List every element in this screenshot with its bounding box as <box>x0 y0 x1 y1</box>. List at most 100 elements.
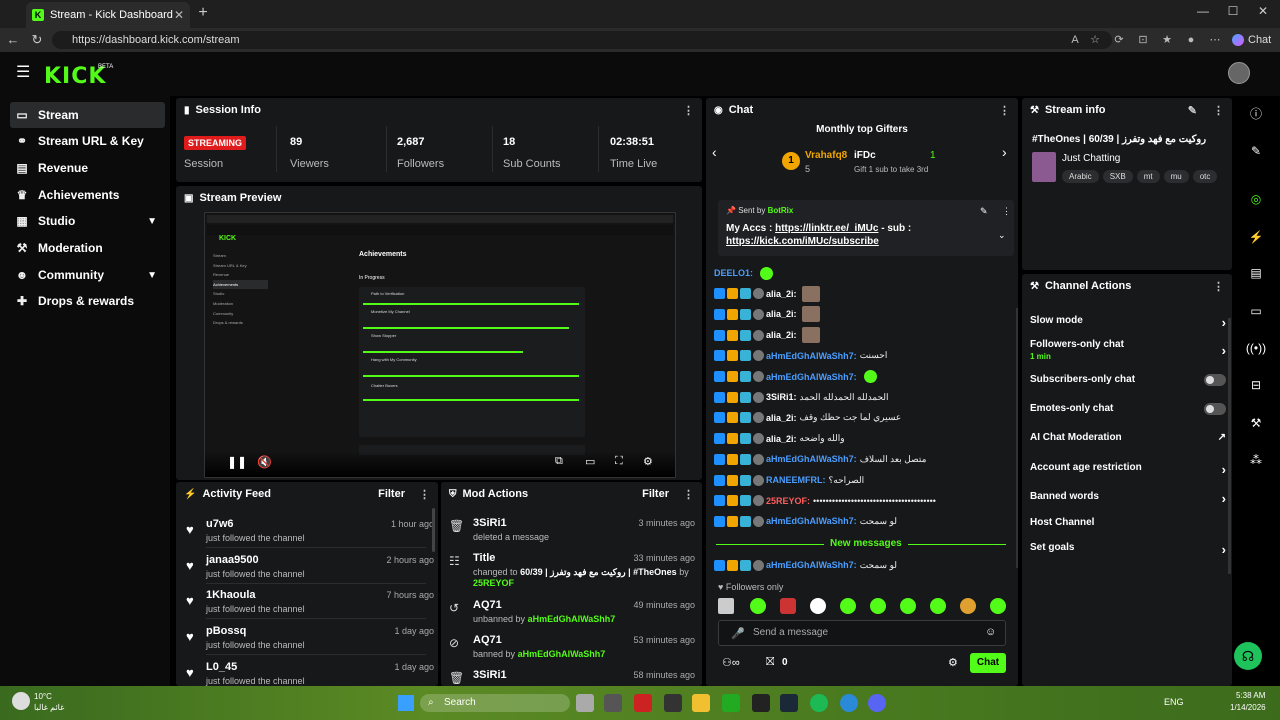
sidebar-item-community[interactable]: ☻ Community ▼ <box>10 262 165 288</box>
emote-icon[interactable] <box>718 598 734 614</box>
tag[interactable]: mt <box>1136 170 1160 183</box>
read-aloud-icon[interactable]: A <box>1066 31 1084 49</box>
chat-username[interactable]: aHmEdGhAlWaShh7: <box>766 372 857 382</box>
chat-settings-icon[interactable]: ⚙ <box>948 656 958 669</box>
info-icon[interactable]: ⓘ <box>1244 103 1268 125</box>
clip-icon[interactable]: ⧉ <box>555 455 563 468</box>
profile-icon[interactable]: ● <box>1182 31 1200 49</box>
support-headset-button[interactable]: ☊ <box>1234 642 1262 670</box>
kebab-menu-icon[interactable]: ⋮ <box>683 488 694 501</box>
discord-icon[interactable] <box>868 694 886 712</box>
taskbar-search[interactable]: ⌕ Search <box>420 694 570 712</box>
emote-icon[interactable] <box>870 598 886 614</box>
scrollbar[interactable] <box>1228 318 1231 574</box>
edge-icon[interactable] <box>840 694 858 712</box>
next-arrow-icon[interactable]: › <box>1002 144 1007 160</box>
refresh-icon[interactable]: ↻ <box>28 31 46 49</box>
category-name[interactable]: Just Chatting <box>1062 153 1120 164</box>
browser-tab[interactable]: K Stream - Kick Dashboard ✕ <box>26 2 190 28</box>
maximize-button[interactable]: ☐ <box>1218 4 1248 22</box>
weather-icon[interactable] <box>12 692 30 710</box>
chat-username[interactable]: alia_2i: <box>766 309 797 319</box>
kebab-menu-icon[interactable]: ⋮ <box>1002 206 1011 217</box>
emote-icon[interactable] <box>930 598 946 614</box>
file-explorer-icon[interactable] <box>692 694 710 712</box>
chat-username[interactable]: 3SiRi1: <box>766 392 797 402</box>
emote-icon[interactable] <box>780 598 796 614</box>
emotes-only-toggle[interactable] <box>1204 403 1226 415</box>
chat-username[interactable]: alia_2i: <box>766 330 797 340</box>
edit-pencil-icon[interactable]: ✎ <box>1188 104 1197 117</box>
scrollbar[interactable] <box>432 508 435 552</box>
chat-username[interactable]: 25REYOF: <box>766 496 810 506</box>
new-tab-button[interactable]: + <box>194 4 212 22</box>
copilot-chat-button[interactable]: Chat <box>1232 31 1271 49</box>
emote-icon[interactable] <box>900 598 916 614</box>
app-icon[interactable] <box>634 694 652 712</box>
chat-username[interactable]: DEELO1: <box>714 268 753 278</box>
wrench-icon[interactable]: ⚒ <box>1244 412 1268 434</box>
emote-icon[interactable] <box>990 598 1006 614</box>
sidebar-item-achievements[interactable]: ♛ Achievements <box>10 182 165 208</box>
sidebar-item-stream[interactable]: ▭ Stream <box>10 102 165 128</box>
chat-username[interactable]: RANEEMFRL: <box>766 475 826 485</box>
minimize-button[interactable]: — <box>1188 4 1218 22</box>
lightning-icon[interactable]: ⚡ <box>1244 226 1268 248</box>
settings-gear-icon[interactable]: ⚙ <box>643 455 653 468</box>
stream-video-player[interactable]: KICK Stream Stream URL & Key Revenue Achiev… <box>204 212 676 478</box>
gift-icon[interactable]: ⛝ <box>766 656 774 669</box>
slow-mode-row[interactable]: Slow mode › <box>1030 315 1226 330</box>
chat-input[interactable]: 🎤 Send a message ☺ <box>718 620 1006 646</box>
chat-icon[interactable]: ▭ <box>1244 300 1268 322</box>
scrollbar[interactable] <box>1016 308 1018 568</box>
camera-icon[interactable]: ◎ <box>1244 188 1268 210</box>
spotify-icon[interactable] <box>810 694 828 712</box>
community-icon[interactable]: ⁂ <box>1244 449 1268 471</box>
chat-username[interactable]: alia_2i: <box>766 413 797 423</box>
chevron-down-icon[interactable]: ⌄ <box>998 230 1006 241</box>
chat-username[interactable]: alia_2i: <box>766 434 797 444</box>
epic-games-icon[interactable] <box>752 694 770 712</box>
emote-icon[interactable] <box>810 598 826 614</box>
kebab-menu-icon[interactable]: ⋮ <box>999 104 1010 117</box>
menu-icon[interactable]: ☰ <box>16 65 32 81</box>
kebab-menu-icon[interactable]: ⋮ <box>1213 104 1224 117</box>
emote-icon[interactable] <box>960 598 976 614</box>
sidebar-item-revenue[interactable]: ▤ Revenue <box>10 155 165 181</box>
banned-words-row[interactable]: Banned words › <box>1030 491 1226 506</box>
emote-icon[interactable] <box>750 598 766 614</box>
channel-points-icon[interactable]: ⚇∞ <box>722 656 740 669</box>
account-age-row[interactable]: Account age restriction › <box>1030 462 1226 477</box>
set-goals-row[interactable]: Set goals › <box>1030 542 1226 557</box>
chat-username[interactable]: alia_2i: <box>766 289 797 299</box>
kebab-menu-icon[interactable]: ⋮ <box>683 104 694 117</box>
chat-username[interactable]: aHmEdGhAlWaShh7: <box>766 454 857 464</box>
close-tab-icon[interactable]: ✕ <box>174 8 184 22</box>
tag[interactable]: otc <box>1192 170 1218 183</box>
app-icon[interactable] <box>664 694 682 712</box>
sidebar-item-moderation[interactable]: ⚒ Moderation <box>10 235 165 261</box>
document-icon[interactable]: ▤ <box>1244 262 1268 284</box>
chat-username[interactable]: aHmEdGhAlWaShh7: <box>766 516 857 526</box>
sidebar-item-stream-url-key[interactable]: ⚭ Stream URL & Key <box>10 128 165 154</box>
steam-icon[interactable] <box>780 694 798 712</box>
theater-mode-icon[interactable]: ▭ <box>585 455 595 468</box>
host-channel-row[interactable]: Host Channel <box>1030 517 1226 528</box>
gifter2-name[interactable]: iFDc <box>854 150 876 161</box>
activity-filter-button[interactable]: Filter <box>378 488 405 500</box>
edit-icon[interactable]: ✎ <box>1244 140 1268 162</box>
pin-icon[interactable]: ✎ <box>980 206 988 217</box>
split-screen-icon[interactable]: ⊡ <box>1134 31 1152 49</box>
url-field[interactable]: https://dashboard.kick.com/stream <box>52 31 1112 49</box>
prev-arrow-icon[interactable]: ‹ <box>712 144 717 160</box>
sidebar-item-studio[interactable]: ▦ Studio ▼ <box>10 208 165 234</box>
followers-only-row[interactable]: Followers-only chat 1 min › <box>1030 339 1226 361</box>
emoji-icon[interactable]: ☺ <box>985 626 996 638</box>
favorites-icon[interactable]: ★ <box>1158 31 1176 49</box>
pause-icon[interactable]: ❚❚ <box>227 455 247 469</box>
ai-moderation-row[interactable]: AI Chat Moderation ↗ <box>1030 432 1226 443</box>
kebab-menu-icon[interactable]: ⋮ <box>1213 280 1224 293</box>
tag[interactable]: mu <box>1163 170 1189 183</box>
emote-icon[interactable] <box>840 598 856 614</box>
send-chat-button[interactable]: Chat <box>970 653 1006 673</box>
